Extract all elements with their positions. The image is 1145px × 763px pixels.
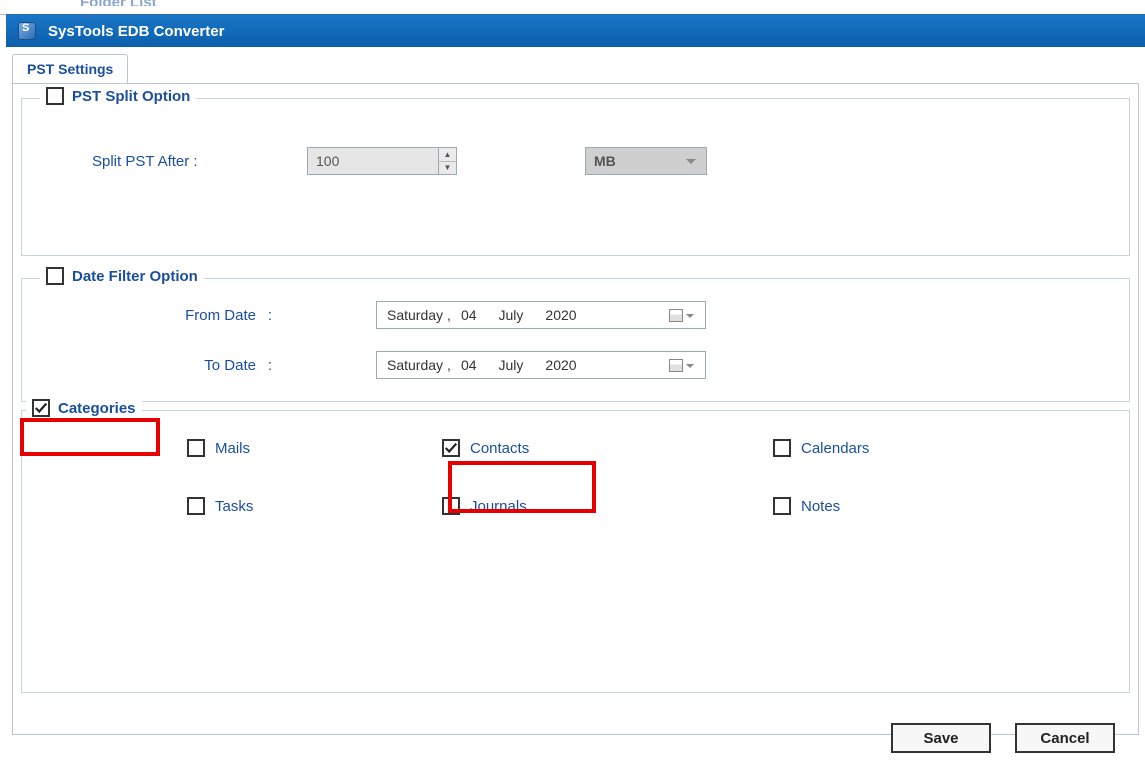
button-bar: Save Cancel bbox=[891, 723, 1115, 753]
checkbox-journals[interactable] bbox=[442, 497, 460, 515]
checkbox-contacts[interactable] bbox=[442, 439, 460, 457]
save-button-label: Save bbox=[923, 730, 958, 747]
from-date-label: From Date bbox=[144, 307, 256, 324]
background-app-peek: Folder List bbox=[0, 0, 1145, 15]
split-row: Split PST After : 100 ▲ ▼ MB bbox=[92, 147, 1109, 175]
checkbox-categories[interactable] bbox=[32, 399, 50, 417]
from-date-row: From Date : Saturday , 04 July 2020 bbox=[144, 301, 1109, 329]
split-unit-select[interactable]: MB bbox=[585, 147, 707, 175]
category-journals-label: Journals bbox=[470, 498, 527, 515]
from-date-picker[interactable]: Saturday , 04 July 2020 bbox=[376, 301, 706, 329]
checkbox-tasks[interactable] bbox=[187, 497, 205, 515]
save-button[interactable]: Save bbox=[891, 723, 991, 753]
window-title: SysTools EDB Converter bbox=[48, 23, 224, 40]
calendar-icon[interactable] bbox=[669, 307, 697, 324]
category-notes-label: Notes bbox=[801, 498, 840, 515]
legend-categories-label: Categories bbox=[58, 400, 136, 417]
category-mails: Mails bbox=[187, 439, 442, 457]
checkbox-notes[interactable] bbox=[773, 497, 791, 515]
legend-date-filter-label: Date Filter Option bbox=[72, 268, 198, 285]
category-tasks-label: Tasks bbox=[215, 498, 253, 515]
from-sep: , bbox=[447, 307, 451, 323]
fieldset-pst-split: PST Split Option Split PST After : 100 ▲… bbox=[21, 98, 1130, 256]
tab-content: PST Split Option Split PST After : 100 ▲… bbox=[12, 83, 1139, 735]
category-contacts-label: Contacts bbox=[470, 440, 529, 457]
checkbox-pst-split[interactable] bbox=[46, 87, 64, 105]
titlebar: SysTools EDB Converter bbox=[6, 15, 1145, 47]
legend-categories: Categories bbox=[26, 399, 142, 417]
to-weekday: Saturday bbox=[387, 357, 443, 373]
from-year: 2020 bbox=[545, 307, 576, 323]
category-calendars: Calendars bbox=[773, 439, 992, 457]
split-value: 100 bbox=[308, 153, 438, 169]
to-date-label: To Date bbox=[144, 357, 256, 374]
category-calendars-label: Calendars bbox=[801, 440, 869, 457]
legend-date-filter: Date Filter Option bbox=[40, 267, 204, 285]
category-tasks: Tasks bbox=[187, 497, 442, 515]
category-mails-label: Mails bbox=[215, 440, 250, 457]
from-day: 04 bbox=[461, 307, 477, 323]
cancel-button[interactable]: Cancel bbox=[1015, 723, 1115, 753]
legend-pst-split-label: PST Split Option bbox=[72, 88, 190, 105]
split-value-spinner[interactable]: 100 ▲ ▼ bbox=[307, 147, 457, 175]
dialog-window: SysTools EDB Converter PST Settings PST … bbox=[6, 14, 1145, 763]
to-day: 04 bbox=[461, 357, 477, 373]
split-unit-value: MB bbox=[594, 153, 616, 169]
checkbox-date-filter[interactable] bbox=[46, 267, 64, 285]
category-notes: Notes bbox=[773, 497, 992, 515]
fieldset-categories: Categories Mails Contacts Calendars bbox=[21, 410, 1130, 693]
spinner-up-icon[interactable]: ▲ bbox=[439, 148, 456, 162]
background-folder-list-label: Folder List bbox=[0, 0, 1145, 6]
checkbox-calendars[interactable] bbox=[773, 439, 791, 457]
to-date-picker[interactable]: Saturday , 04 July 2020 bbox=[376, 351, 706, 379]
categories-grid: Mails Contacts Calendars Tasks bbox=[187, 439, 1109, 515]
colon: : bbox=[256, 307, 284, 324]
to-date-row: To Date : Saturday , 04 July 2020 bbox=[144, 351, 1109, 379]
from-month: July bbox=[499, 307, 524, 323]
fieldset-date-filter: Date Filter Option From Date : Saturday … bbox=[21, 278, 1130, 402]
spinner-buttons: ▲ ▼ bbox=[438, 148, 456, 174]
category-journals: Journals bbox=[442, 497, 737, 515]
spinner-down-icon[interactable]: ▼ bbox=[439, 162, 456, 175]
to-month: July bbox=[499, 357, 524, 373]
cancel-button-label: Cancel bbox=[1040, 730, 1089, 747]
category-contacts: Contacts bbox=[442, 439, 737, 457]
calendar-icon[interactable] bbox=[669, 357, 697, 374]
to-year: 2020 bbox=[545, 357, 576, 373]
split-after-label: Split PST After : bbox=[92, 153, 307, 170]
to-sep: , bbox=[447, 357, 451, 373]
colon: : bbox=[256, 357, 284, 374]
tab-pst-settings[interactable]: PST Settings bbox=[12, 54, 128, 84]
legend-pst-split: PST Split Option bbox=[40, 87, 196, 105]
app-icon bbox=[18, 22, 36, 40]
checkbox-mails[interactable] bbox=[187, 439, 205, 457]
from-weekday: Saturday bbox=[387, 307, 443, 323]
tab-label: PST Settings bbox=[27, 61, 113, 77]
tabs-region: PST Settings PST Split Option Split PST … bbox=[6, 47, 1145, 735]
